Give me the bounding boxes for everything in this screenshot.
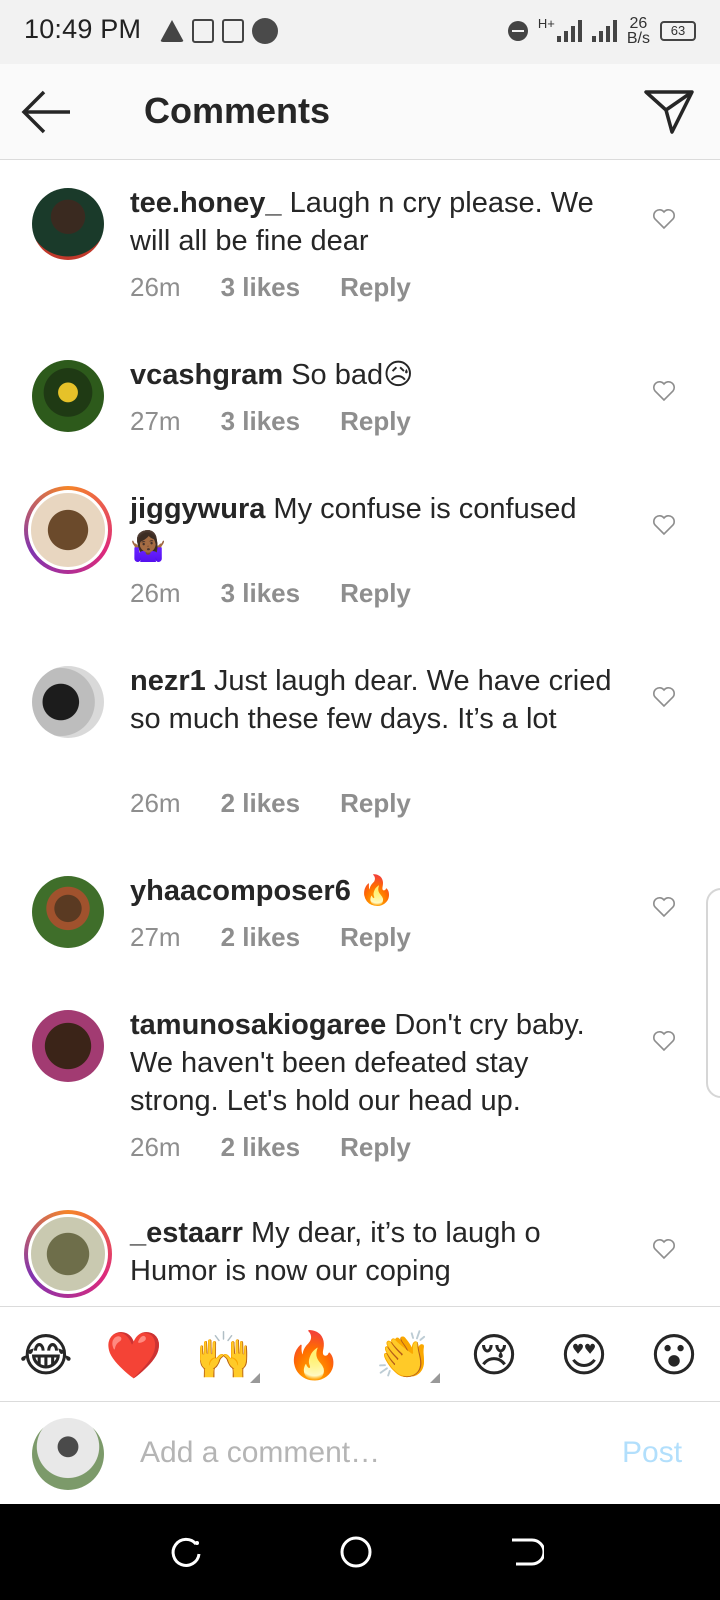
comment-text: jiggywura My confuse is confused 🤷🏾‍♀️	[130, 490, 620, 566]
avatar[interactable]	[32, 360, 104, 432]
comment-likes[interactable]: 2 likes	[221, 922, 301, 953]
comment-meta: 26m 3 likes Reply	[130, 578, 411, 609]
heart-icon[interactable]	[652, 1238, 676, 1260]
reply-button[interactable]: Reply	[340, 788, 411, 819]
comment-time: 26m	[130, 272, 181, 302]
comment-meta: 27m 3 likes Reply	[130, 406, 411, 437]
heart-icon[interactable]	[652, 380, 676, 402]
heart-icon[interactable]	[652, 896, 676, 918]
avatar[interactable]	[24, 1210, 112, 1298]
status-time: 10:49 PM	[24, 14, 142, 44]
arrow-left-icon	[21, 90, 70, 134]
emoji-button[interactable]: 👏	[374, 1327, 440, 1383]
comment-meta: 27m 2 likes Reply	[130, 922, 411, 953]
network-type: H+	[537, 16, 555, 31]
comment-text: vcashgram So bad😥	[130, 356, 620, 394]
comment-likes[interactable]: 3 likes	[221, 578, 301, 609]
comment-input[interactable]	[140, 1430, 590, 1476]
share-button[interactable]	[642, 86, 698, 138]
emoji-button[interactable]: ❤️	[104, 1327, 164, 1383]
heart-icon[interactable]	[652, 686, 676, 708]
quick-emoji-bar: 😂 ❤️ 🙌 🔥 👏 😢 😍 😮	[0, 1306, 720, 1402]
avatar[interactable]	[32, 666, 104, 738]
comment-text: yhaacomposer6 🔥	[130, 872, 620, 910]
page-title: Comments	[144, 90, 331, 131]
comment-text: tee.honey_ Laugh n cry please. We will a…	[130, 184, 620, 260]
reply-button[interactable]: Reply	[340, 406, 411, 437]
comment-time: 26m	[130, 578, 181, 608]
speed-unit: B/s	[626, 30, 650, 47]
emoji-glyph: 👏	[375, 1329, 433, 1381]
comments-list[interactable]: tee.honey_ Laugh n cry please. We will a…	[0, 160, 720, 1306]
emoji-button[interactable]: 😂	[16, 1327, 76, 1383]
skin-tone-indicator-icon	[430, 1373, 440, 1383]
skin-tone-indicator-icon	[250, 1373, 260, 1383]
system-nav-bar	[0, 1504, 720, 1600]
app-notification-icon	[222, 19, 244, 43]
comment-meta: 26m 2 likes Reply	[130, 788, 411, 819]
comment-username[interactable]: jiggywura	[130, 493, 265, 525]
comment-time: 27m	[130, 922, 181, 952]
recent-apps-icon[interactable]	[168, 1534, 204, 1570]
comment-username[interactable]: tee.honey_	[130, 187, 282, 219]
notification-icons	[160, 18, 278, 44]
emoji-glyph: 🙌	[195, 1329, 253, 1381]
signal-icon	[556, 20, 582, 42]
comment-likes[interactable]: 3 likes	[221, 272, 301, 303]
reply-button[interactable]: Reply	[340, 272, 411, 303]
heart-icon[interactable]	[652, 1030, 676, 1052]
comment-likes[interactable]: 2 likes	[221, 788, 301, 819]
home-icon[interactable]	[338, 1534, 374, 1570]
heart-icon[interactable]	[652, 514, 676, 536]
comment-text: _estaarr My dear, it’s to laugh o Humor …	[130, 1214, 620, 1290]
back-icon[interactable]	[508, 1534, 544, 1570]
reply-button[interactable]: Reply	[340, 1132, 411, 1163]
emoji-button[interactable]: 😮	[644, 1327, 704, 1383]
post-button[interactable]: Post	[622, 1436, 682, 1470]
dot-notification-icon	[252, 18, 278, 44]
scroll-handle[interactable]	[706, 888, 720, 1098]
status-right: H+ 26 B/s 63	[507, 16, 696, 47]
avatar[interactable]	[32, 1010, 104, 1082]
comment-meta: 26m 3 likes Reply	[130, 272, 411, 303]
comment-username[interactable]: yhaacomposer6	[130, 875, 351, 907]
comments-header: Comments	[0, 64, 720, 160]
emoji-button[interactable]: 🔥	[284, 1327, 344, 1383]
emoji-button[interactable]: 🙌	[194, 1327, 260, 1383]
battery-saver-icon	[192, 19, 214, 43]
comment-likes[interactable]: 2 likes	[221, 1132, 301, 1163]
comment-composer: Post	[0, 1402, 720, 1504]
comment-username[interactable]: vcashgram	[130, 359, 283, 391]
current-user-avatar	[32, 1418, 104, 1490]
signal-icon-2	[591, 20, 617, 42]
battery-icon: 63	[660, 21, 696, 41]
comment-time: 27m	[130, 406, 181, 436]
warning-icon	[160, 20, 184, 42]
comment-username[interactable]: _estaarr	[130, 1217, 243, 1249]
reply-button[interactable]: Reply	[340, 922, 411, 953]
comment-likes[interactable]: 3 likes	[221, 406, 301, 437]
avatar[interactable]	[32, 188, 104, 260]
emoji-button[interactable]: 😍	[554, 1327, 614, 1383]
comment-text: nezr1 Just laugh dear. We have cried so …	[130, 662, 620, 738]
comment-username[interactable]: nezr1	[130, 665, 206, 697]
emoji-button[interactable]: 😢	[464, 1327, 524, 1383]
back-button[interactable]	[18, 86, 74, 138]
comment-time: 26m	[130, 1132, 181, 1162]
comment-text: tamunosakiogaree Don't cry baby. We have…	[130, 1006, 620, 1120]
heart-icon[interactable]	[652, 208, 676, 230]
avatar[interactable]	[32, 876, 104, 948]
status-bar: 10:49 PM H+ 26 B/s 63	[0, 0, 720, 64]
comment-time: 26m	[130, 788, 181, 818]
reply-button[interactable]: Reply	[340, 578, 411, 609]
paper-plane-icon	[644, 90, 694, 134]
avatar[interactable]	[24, 486, 112, 574]
do-not-disturb-icon	[507, 21, 528, 41]
comment-content: 🔥	[358, 875, 395, 907]
comment-meta: 26m 2 likes Reply	[130, 1132, 411, 1163]
comment-content: So bad😥	[291, 359, 414, 391]
comment-username[interactable]: tamunosakiogaree	[130, 1009, 386, 1041]
network-speed: 26 B/s	[626, 16, 650, 47]
